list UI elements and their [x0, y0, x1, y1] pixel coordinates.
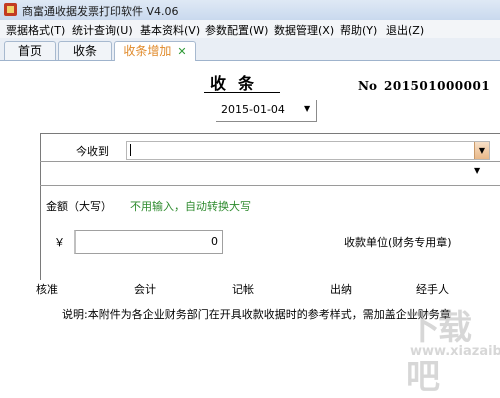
title-bar: 商富通收据发票打印软件 V4.06 [0, 0, 500, 21]
chevron-down-icon[interactable]: ▼ [474, 166, 480, 175]
receipt-no-value: 201501000001 [384, 79, 491, 93]
date-value: 2015-01-04 [221, 103, 285, 116]
receipt-no-label: No [358, 79, 377, 93]
menu-item-help[interactable]: 帮助(Y) [340, 22, 377, 38]
signature-accountant: 会计 [134, 283, 156, 296]
signature-approve: 核准 [36, 283, 58, 296]
date-picker[interactable]: 2015-01-04 ▼ [216, 100, 317, 122]
currency-symbol: ￥ [54, 236, 65, 249]
signature-handler: 经手人 [416, 283, 449, 296]
close-icon[interactable]: ✕ [177, 45, 186, 58]
payer-input[interactable]: ▼ [126, 141, 490, 160]
receipt-title: 收条 [210, 74, 267, 93]
watermark-logo: 下载吧 www.xiazaiba.com [400, 300, 500, 397]
menu-item-basic-data[interactable]: 基本资料(V) [140, 22, 200, 38]
tab-receipt-add[interactable]: 收条增加 ✕ [114, 41, 196, 61]
amount-uppercase-hint: 不用输入，自动转换大写 [130, 200, 251, 213]
tab-receipt-label: 收条 [72, 44, 97, 58]
tab-bar: 首页 收条 收条增加 ✕ [0, 38, 500, 61]
menu-item-data-manage[interactable]: 数据管理(X) [274, 22, 334, 38]
receipt-note: 说明:本附件为各企业财务部门在开具收款收据时的参考样式，需加盖企业财务章 [62, 308, 451, 321]
payer-dropdown-button[interactable]: ▼ [474, 142, 489, 159]
amount-uppercase-field: 不用输入，自动转换大写 [126, 194, 500, 216]
menu-item-settings[interactable]: 参数配置(W) [205, 22, 268, 38]
menu-item-statistics[interactable]: 统计查询(U) [72, 22, 133, 38]
tab-home[interactable]: 首页 [4, 41, 56, 60]
chevron-down-icon: ▼ [478, 146, 486, 155]
signature-cashier: 出纳 [330, 283, 352, 296]
payee-unit-label: 收款单位(财务专用章) [344, 236, 452, 249]
menu-item-exit[interactable]: 退出(Z) [386, 22, 424, 38]
divider [40, 161, 500, 162]
payer-label: 今收到 [76, 145, 109, 158]
menu-item-ticket-format[interactable]: 票据格式(T) [6, 22, 65, 38]
amount-value: 0 [211, 235, 218, 248]
text-caret [130, 144, 131, 156]
tab-home-label: 首页 [17, 44, 42, 58]
tab-receipt-add-label: 收条增加 [123, 44, 172, 58]
amount-label: 金额（大写） [46, 200, 112, 213]
app-icon [4, 3, 17, 16]
window-title: 商富通收据发票打印软件 V4.06 [22, 5, 179, 18]
chevron-down-icon[interactable]: ▼ [304, 104, 310, 113]
divider [40, 185, 500, 186]
menu-bar: 票据格式(T) 统计查询(U) 基本资料(V) 参数配置(W) 数据管理(X) … [0, 20, 500, 39]
amount-input[interactable]: 0 [74, 230, 223, 254]
tab-receipt[interactable]: 收条 [58, 41, 112, 60]
title-underline [204, 92, 280, 93]
signature-bookkeeper: 记帐 [232, 283, 254, 296]
watermark-text: www.xiazaiba.com [410, 344, 500, 359]
